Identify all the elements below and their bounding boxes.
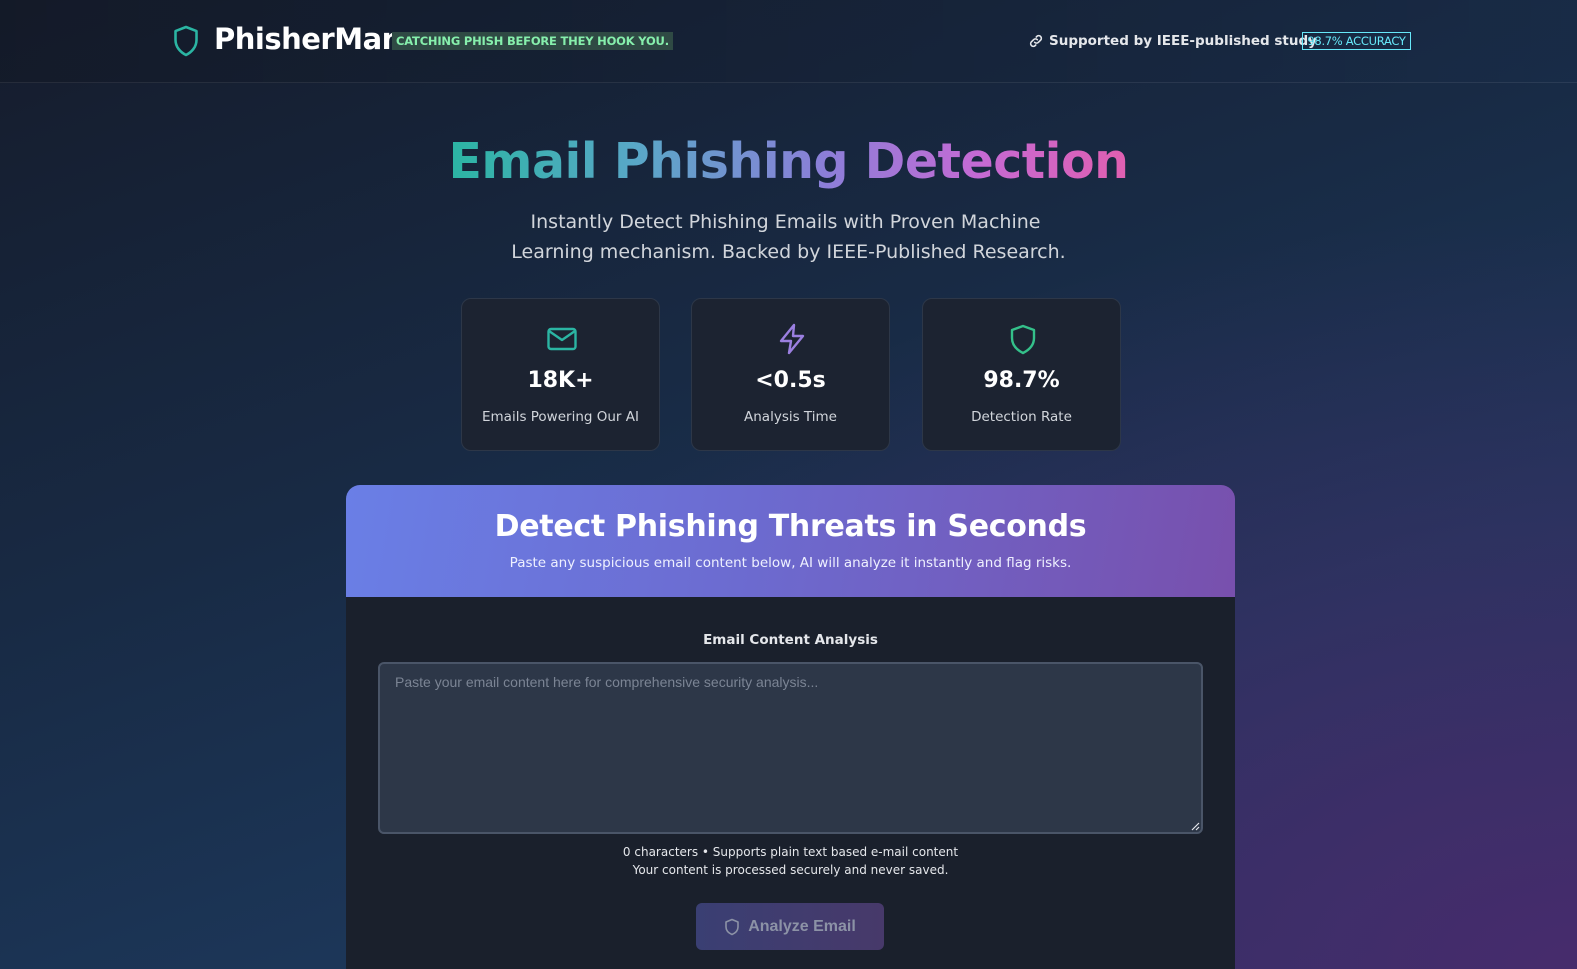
stat-label: Detection Rate bbox=[971, 409, 1072, 425]
page-title-text: Email Phishing Detection bbox=[448, 133, 1129, 190]
stat-card-emails: 18K+ Emails Powering Our AI bbox=[461, 298, 660, 451]
email-content-input[interactable] bbox=[378, 662, 1203, 834]
shield-icon bbox=[1010, 324, 1036, 355]
panel-title: Detect Phishing Threats in Seconds bbox=[494, 509, 1087, 544]
link-icon[interactable] bbox=[1028, 33, 1044, 49]
stat-value: 98.7% bbox=[983, 368, 1060, 393]
tagline-badge: CATCHING PHISH BEFORE THEY HOOK YOU. bbox=[392, 32, 673, 50]
shield-icon bbox=[725, 918, 739, 935]
page-title: Email Phishing Detection bbox=[0, 133, 1577, 190]
hero-subtitle-line-1: Instantly Detect Phishing Emails with Pr… bbox=[530, 211, 1041, 233]
resize-handle-icon[interactable] bbox=[1191, 822, 1200, 831]
hero-subtitle-line-2: Learning mechanism. Backed by IEEE-Publi… bbox=[511, 241, 1066, 263]
shield-icon bbox=[174, 25, 198, 57]
mail-icon bbox=[547, 327, 577, 351]
stat-label: Analysis Time bbox=[744, 409, 837, 425]
email-content-label: Email Content Analysis bbox=[703, 632, 878, 648]
panel-description: Paste any suspicious email content below… bbox=[509, 555, 1072, 571]
ieee-study-link[interactable]: Supported by IEEE-published study bbox=[1049, 33, 1317, 49]
analysis-panel: Detect Phishing Threats in Seconds Paste… bbox=[346, 485, 1235, 969]
privacy-note: Your content is processed securely and n… bbox=[632, 863, 949, 877]
stat-label: Emails Powering Our AI bbox=[481, 409, 639, 425]
panel-header: Detect Phishing Threats in Seconds Paste… bbox=[346, 485, 1235, 597]
stat-value: <0.5s bbox=[755, 368, 826, 393]
stat-card-detection-rate: 98.7% Detection Rate bbox=[922, 298, 1121, 451]
lightning-icon bbox=[779, 323, 805, 355]
accuracy-badge: 98.7% ACCURACY bbox=[1302, 32, 1411, 50]
analyze-button-label: Analyze Email bbox=[748, 917, 856, 935]
analyze-email-button[interactable]: Analyze Email bbox=[696, 903, 884, 950]
character-count: 0 characters • Supports plain text based… bbox=[622, 845, 959, 859]
stat-card-analysis-time: <0.5s Analysis Time bbox=[691, 298, 890, 451]
stat-value: 18K+ bbox=[527, 368, 594, 393]
top-header: PhisherMan CATCHING PHISH BEFORE THEY HO… bbox=[0, 0, 1577, 83]
brand-name[interactable]: PhisherMan bbox=[214, 22, 402, 56]
